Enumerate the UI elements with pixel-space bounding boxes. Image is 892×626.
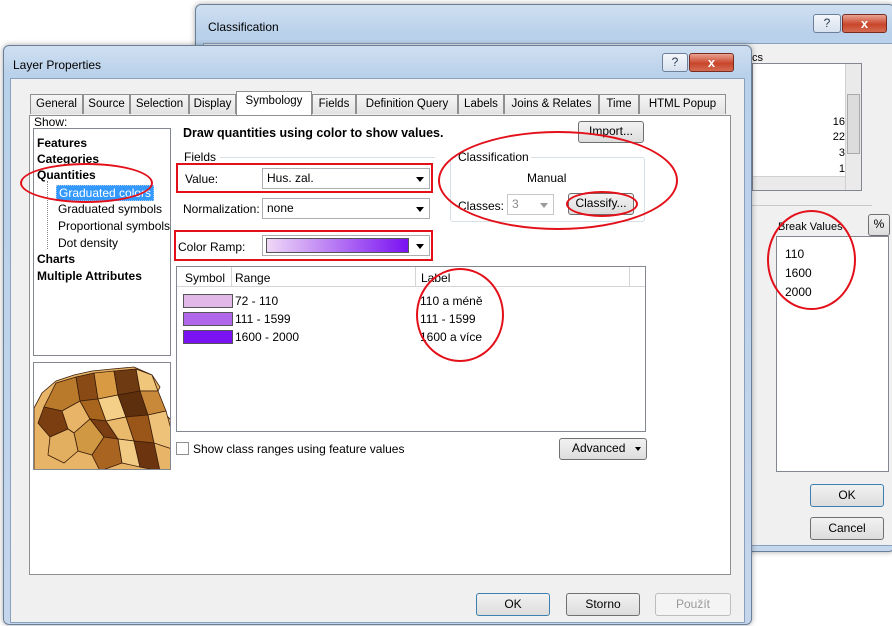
normalization-label: Normalization: — [183, 202, 260, 216]
fields-group-line — [220, 157, 435, 158]
tree-features[interactable]: Features — [37, 136, 87, 150]
column-range[interactable]: Range — [235, 271, 270, 285]
scroll-thumb[interactable] — [847, 94, 860, 154]
show-label: Show: — [34, 115, 68, 129]
range-cell[interactable]: 1600 - 2000 — [235, 330, 299, 344]
table-header: Symbol Range Label — [177, 267, 645, 287]
range-cell[interactable]: 72 - 110 — [235, 294, 278, 308]
chevron-down-icon — [416, 207, 424, 212]
percent-button[interactable]: % — [868, 214, 890, 236]
value-highlight — [176, 163, 433, 193]
tab-selection[interactable]: Selection — [130, 94, 189, 114]
classification-separator — [752, 205, 872, 206]
normalization-text: none — [267, 201, 294, 215]
classify-button-highlight — [566, 191, 638, 217]
show-ranges-label: Show class ranges using feature values — [193, 442, 405, 456]
range-cell[interactable]: 111 - 1599 — [235, 312, 291, 326]
preview-map-image — [33, 362, 171, 470]
stat-value: 22 — [832, 131, 845, 143]
classification-help-button[interactable]: ? — [813, 14, 841, 33]
color-ramp-highlight — [174, 230, 433, 261]
tab-joins-relates[interactable]: Joins & Relates — [504, 94, 599, 114]
symbology-heading: Draw quantities using color to show valu… — [183, 126, 444, 140]
statistics-scrollbar[interactable] — [845, 64, 861, 190]
tab-source[interactable]: Source — [83, 94, 130, 114]
chevron-down-icon — [635, 447, 641, 451]
tab-definition-query[interactable]: Definition Query — [356, 94, 458, 114]
show-ranges-checkbox[interactable] — [176, 442, 189, 455]
stat-value: 16 — [832, 116, 845, 128]
column-symbol[interactable]: Symbol — [185, 271, 225, 285]
tab-display[interactable]: Display — [189, 94, 236, 114]
labels-highlight — [416, 268, 504, 362]
classification-close-button[interactable]: x — [842, 14, 887, 33]
tree-proportional-symbols[interactable]: Proportional symbols — [58, 219, 170, 233]
tab-fields[interactable]: Fields — [312, 94, 356, 114]
tree-dot-density[interactable]: Dot density — [58, 236, 118, 250]
tree-multiple-attributes[interactable]: Multiple Attributes — [37, 269, 142, 283]
symbol-swatch[interactable] — [183, 312, 233, 326]
quantities-highlight — [20, 163, 153, 203]
break-values-highlight — [767, 210, 856, 310]
storno-button[interactable]: Storno — [566, 593, 640, 616]
symbol-swatch[interactable] — [183, 294, 233, 308]
classification-ok-button[interactable]: OK — [810, 484, 884, 507]
tab-general[interactable]: General — [30, 94, 83, 114]
africa-map-preview — [34, 366, 170, 469]
apply-button[interactable]: Použít — [655, 593, 731, 616]
show-tree[interactable]: Features Categories Quantities Graduated… — [33, 128, 171, 356]
classification-highlight — [438, 131, 678, 230]
classification-title: Classification — [208, 20, 279, 34]
advanced-label: Advanced — [572, 441, 626, 455]
tab-strip: General Source Selection Display Symbolo… — [30, 91, 730, 116]
classes-table[interactable]: Symbol Range Label 72 - 110 110 a méně 1… — [176, 266, 646, 432]
tab-symbology[interactable]: Symbology — [236, 91, 312, 115]
tab-time[interactable]: Time — [599, 94, 639, 114]
statistics-hscrollbar[interactable] — [753, 176, 845, 190]
column-divider — [231, 267, 232, 287]
fields-group-label: Fields — [184, 150, 217, 164]
column-divider — [415, 267, 416, 287]
tab-html-popup[interactable]: HTML Popup — [639, 94, 726, 114]
symbol-swatch[interactable] — [183, 330, 233, 344]
ok-button[interactable]: OK — [476, 593, 550, 616]
layer-properties-help-button[interactable]: ? — [662, 53, 688, 72]
tree-graduated-symbols[interactable]: Graduated symbols — [58, 202, 162, 216]
tree-charts[interactable]: Charts — [37, 252, 75, 266]
classification-cancel-button[interactable]: Cancel — [810, 517, 884, 540]
column-divider — [629, 267, 630, 287]
statistics-box: 16 22 3 1 — [752, 63, 862, 191]
layer-properties-title: Layer Properties — [13, 58, 102, 72]
layer-properties-close-button[interactable]: x — [689, 53, 734, 72]
tab-labels[interactable]: Labels — [458, 94, 504, 114]
normalization-select[interactable]: none — [262, 198, 430, 219]
advanced-button[interactable]: Advanced — [559, 438, 647, 460]
